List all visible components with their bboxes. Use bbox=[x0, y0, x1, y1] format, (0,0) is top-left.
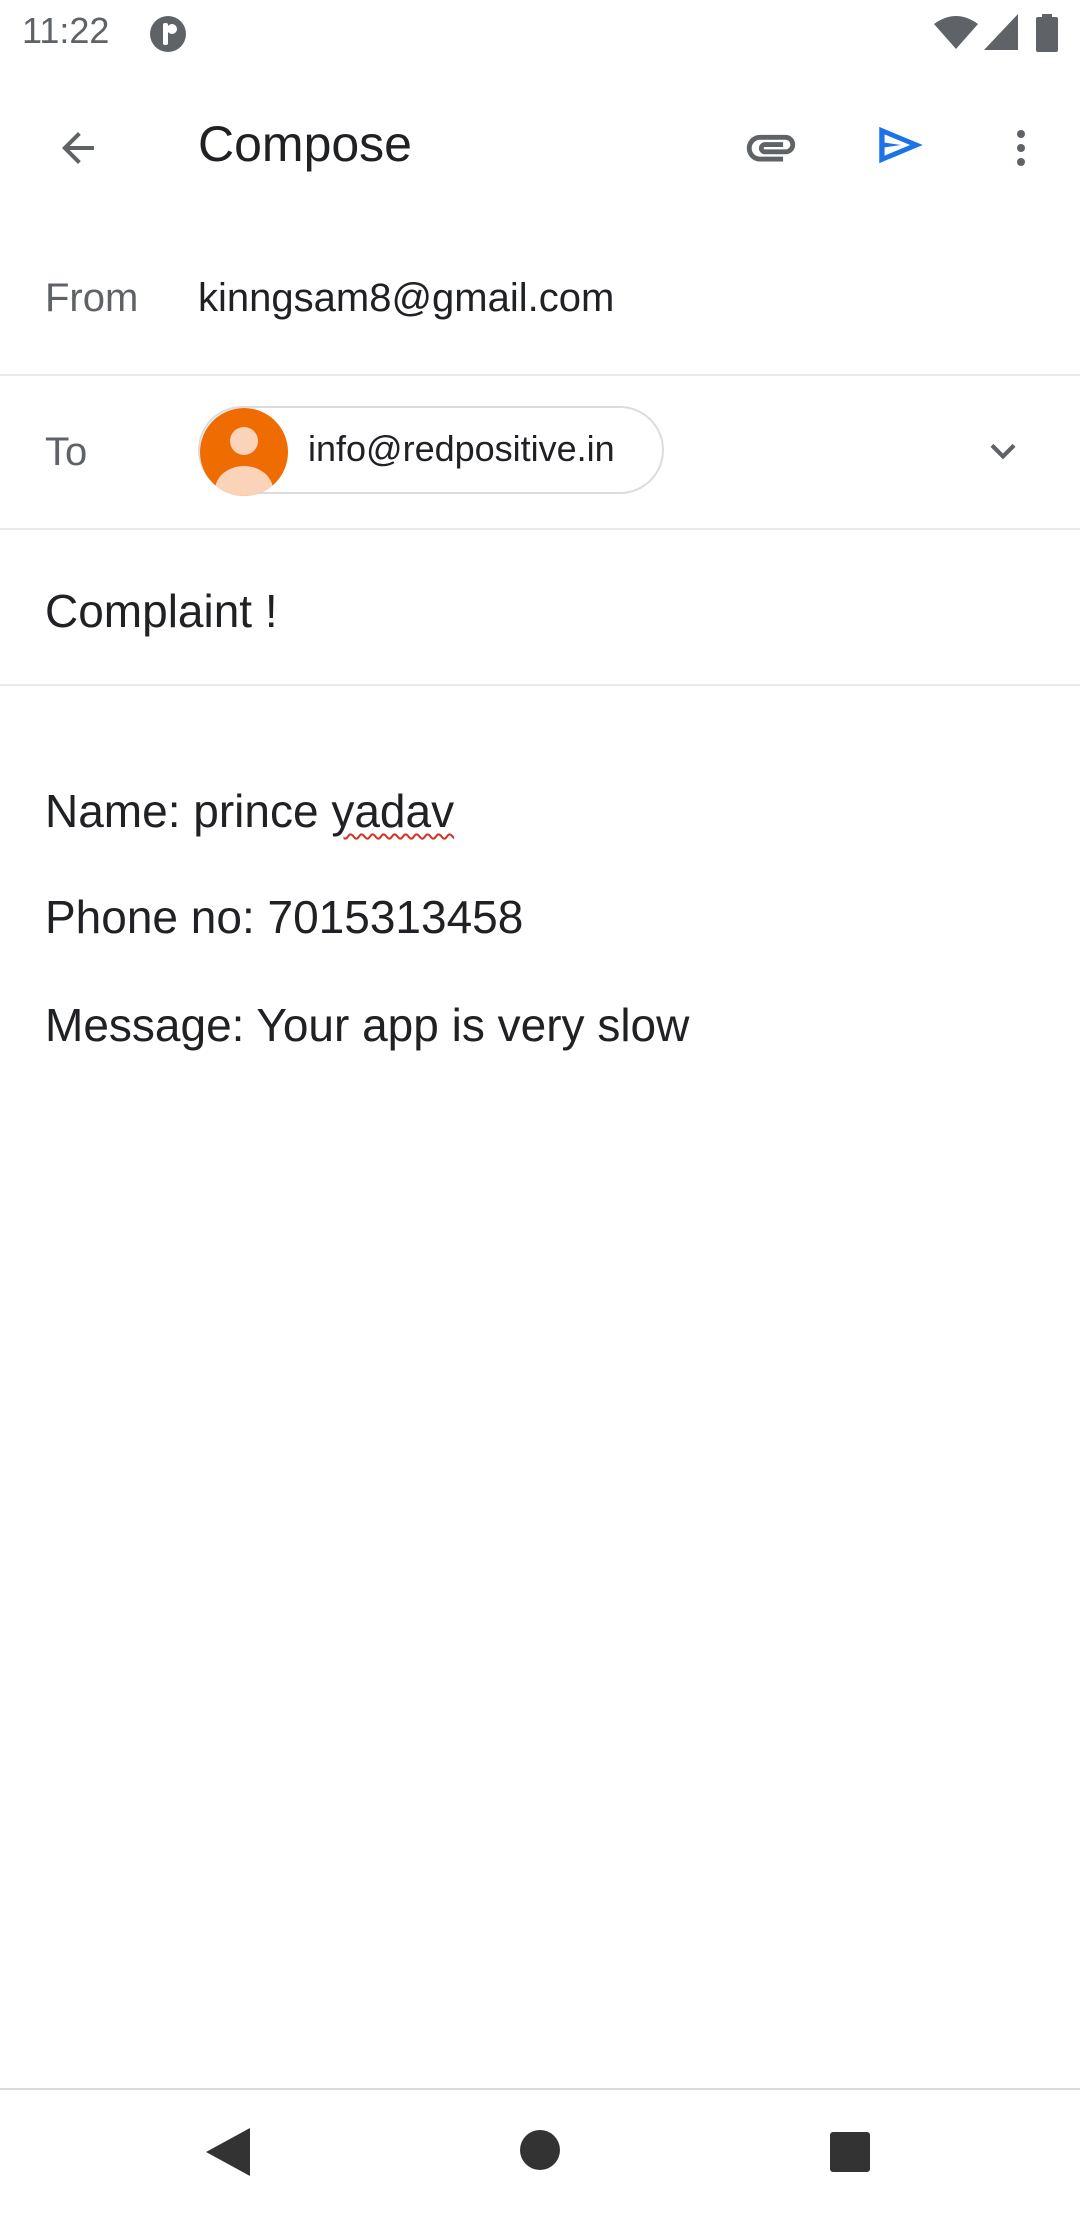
divider bbox=[0, 528, 1080, 530]
chevron-down-icon bbox=[990, 443, 1016, 460]
notification-app-icon bbox=[148, 14, 188, 54]
nav-recents-button[interactable] bbox=[818, 2120, 882, 2184]
subject-field[interactable]: Complaint ! bbox=[45, 584, 278, 638]
more-vert-icon bbox=[1017, 130, 1025, 166]
more-options-button[interactable] bbox=[986, 110, 1056, 186]
body-line-phone[interactable]: Phone no: 7015313458 bbox=[45, 890, 1035, 944]
person-icon bbox=[215, 427, 273, 496]
wifi-icon bbox=[934, 16, 978, 50]
nav-home-icon bbox=[520, 2130, 560, 2170]
divider bbox=[0, 374, 1080, 376]
nav-divider bbox=[0, 2088, 1080, 2090]
divider bbox=[0, 684, 1080, 686]
body-name-prefix: Name: prince bbox=[45, 785, 332, 837]
recipient-chip[interactable]: info@redpositive.in bbox=[198, 406, 664, 496]
nav-recents-icon bbox=[830, 2132, 870, 2172]
misspelled-word: yadav bbox=[331, 785, 455, 837]
from-label: From bbox=[45, 276, 139, 320]
to-label: To bbox=[45, 430, 88, 474]
attach-button[interactable] bbox=[736, 112, 806, 182]
send-button[interactable] bbox=[866, 110, 936, 180]
paperclip-icon bbox=[746, 134, 796, 162]
send-icon bbox=[879, 126, 923, 164]
back-button[interactable] bbox=[40, 110, 116, 186]
body-line-message[interactable]: Message: Your app is very slow bbox=[45, 998, 1035, 1052]
nav-back-button[interactable] bbox=[196, 2120, 260, 2184]
body-line-name[interactable]: Name: prince yadav bbox=[45, 784, 1035, 838]
status-time: 11:22 bbox=[22, 10, 110, 51]
back-arrow-icon bbox=[62, 132, 94, 164]
battery-icon bbox=[1036, 14, 1058, 52]
page-title: Compose bbox=[198, 116, 412, 172]
nav-back-icon bbox=[206, 2128, 250, 2176]
avatar bbox=[200, 408, 288, 496]
recipient-email: info@redpositive.in bbox=[308, 428, 615, 469]
expand-recipients-button[interactable] bbox=[970, 418, 1036, 484]
nav-home-button[interactable] bbox=[508, 2118, 572, 2182]
signal-icon bbox=[984, 14, 1018, 50]
from-account-selector[interactable]: kinngsam8@gmail.com bbox=[198, 276, 614, 321]
